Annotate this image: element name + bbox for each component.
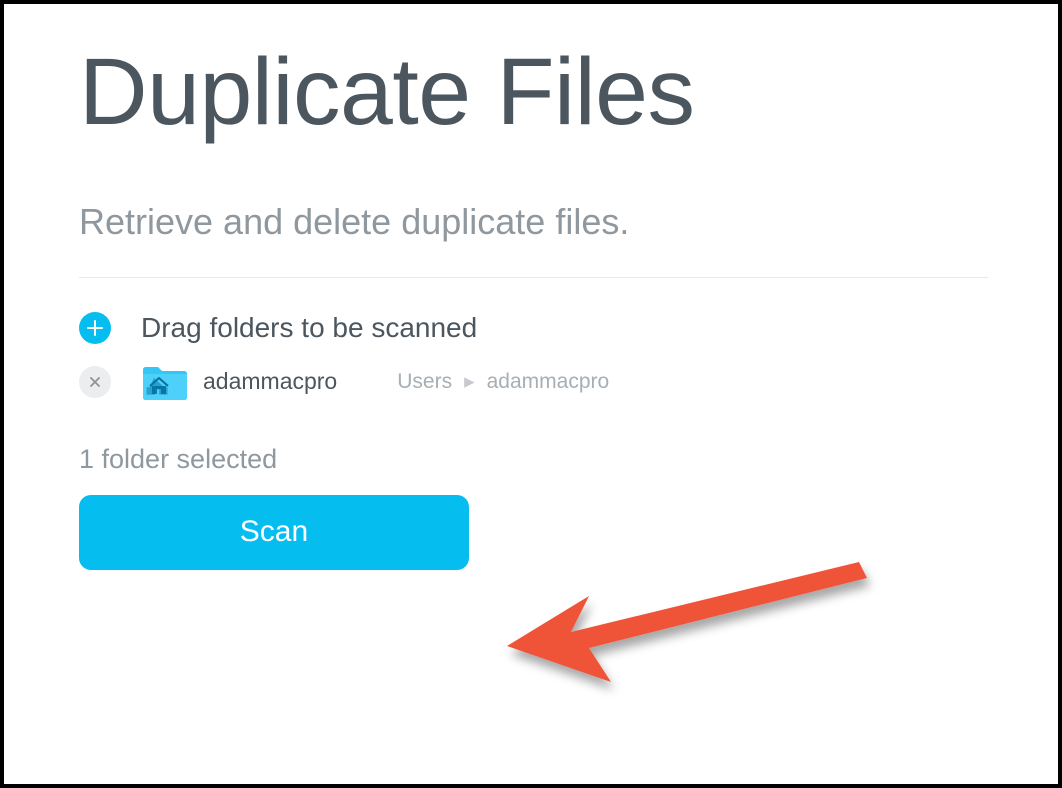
folder-item: adammacpro Users ▸ adammacpro xyxy=(79,362,988,402)
chevron-right-icon: ▸ xyxy=(464,369,475,394)
home-folder-icon xyxy=(141,362,189,402)
plus-icon xyxy=(87,320,103,336)
folder-breadcrumb: Users ▸ adammacpro xyxy=(397,369,609,394)
drag-folders-label: Drag folders to be scanned xyxy=(141,312,477,344)
page-title: Duplicate Files xyxy=(79,40,988,145)
close-icon xyxy=(89,376,101,388)
selection-status: 1 folder selected xyxy=(79,444,988,475)
add-folder-button[interactable] xyxy=(79,312,111,344)
annotation-arrow-icon xyxy=(499,544,879,704)
scan-button-label: Scan xyxy=(240,515,308,549)
drag-folders-row: Drag folders to be scanned xyxy=(79,312,988,344)
breadcrumb-segment: Users xyxy=(397,370,452,394)
remove-folder-button[interactable] xyxy=(79,366,111,398)
divider xyxy=(79,277,988,278)
scan-button[interactable]: Scan xyxy=(79,495,469,570)
page-subtitle: Retrieve and delete duplicate files. xyxy=(79,201,988,243)
folder-name: adammacpro xyxy=(203,368,337,395)
breadcrumb-segment: adammacpro xyxy=(487,370,610,394)
